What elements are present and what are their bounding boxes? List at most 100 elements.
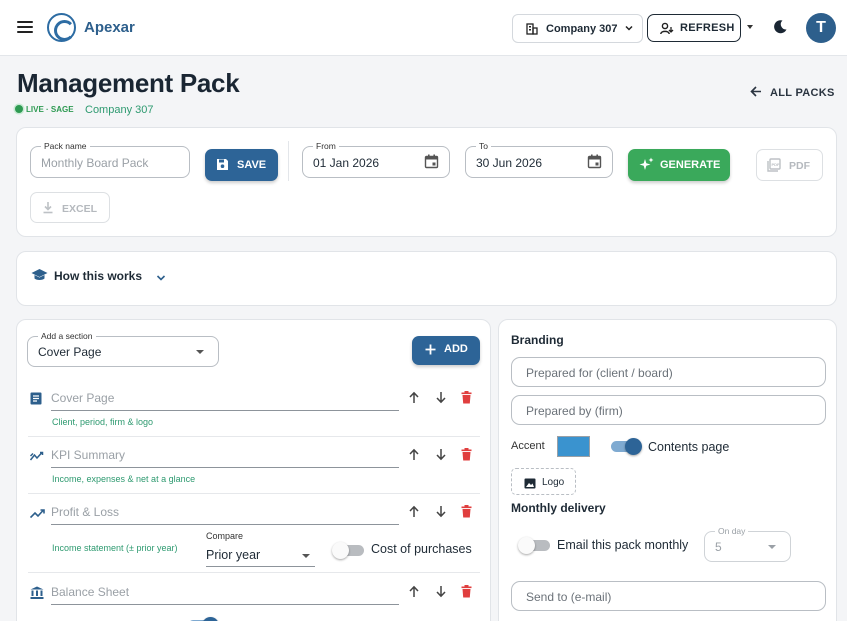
toolbar-divider (288, 141, 289, 181)
add-section-label: Add a section (38, 331, 96, 341)
calendar-icon[interactable] (424, 154, 439, 174)
download-icon (42, 201, 54, 217)
generate-label: GENERATE (660, 159, 721, 171)
refresh-button[interactable]: REFRESH (647, 14, 741, 42)
row-divider (28, 493, 480, 494)
company-select-value: Company 307 (546, 23, 618, 35)
all-packs-link[interactable]: ALL PACKS (750, 86, 835, 99)
toggle-knob (332, 542, 349, 559)
monthly-delivery-title: Monthly delivery (511, 501, 606, 515)
user-avatar[interactable]: T (806, 13, 836, 43)
delete-icon[interactable] (461, 448, 472, 466)
refresh-user-icon (660, 22, 674, 38)
document-icon (30, 392, 42, 410)
caret-down-icon (768, 545, 776, 549)
add-section-button[interactable]: ADD (412, 336, 480, 365)
prepared-for-input[interactable]: Prepared for (client / board) (511, 357, 826, 387)
row-divider (28, 436, 480, 437)
delete-icon[interactable] (461, 585, 472, 603)
section-name-input[interactable]: Balance Sheet (51, 585, 399, 605)
move-down-icon[interactable] (435, 505, 447, 523)
on-day-label: On day (715, 526, 749, 536)
email-monthly-label: Email this pack monthly (557, 538, 689, 552)
cost-of-purchases-toggle[interactable] (332, 542, 364, 559)
save-button[interactable]: SAVE (205, 149, 278, 181)
how-it-works-label[interactable]: How this works (54, 269, 142, 283)
accent-color-swatch[interactable] (557, 436, 590, 457)
compare-select[interactable]: Compare Prior year (206, 530, 315, 567)
arrow-left-icon (750, 86, 762, 99)
add-section-value: Cover Page (38, 345, 102, 359)
live-badge-text: LIVE · SAGE (26, 105, 74, 114)
section-name-input[interactable]: KPI Summary (51, 448, 399, 468)
to-label: To (476, 141, 491, 151)
delete-icon[interactable] (461, 505, 472, 523)
toggle-knob (518, 537, 535, 554)
section-name-input[interactable]: Profit & Loss (51, 505, 399, 525)
chevron-down-icon[interactable] (156, 270, 166, 288)
from-date-field[interactable]: From 01 Jan 2026 (302, 141, 450, 178)
calendar-icon[interactable] (587, 154, 602, 174)
from-value: 01 Jan 2026 (313, 156, 380, 170)
apexar-logo-icon[interactable] (47, 13, 76, 42)
compare-value: Prior year (206, 548, 261, 562)
caret-down-icon (302, 554, 310, 558)
balance-sheet-toggle[interactable] (188, 617, 219, 621)
trend-up-icon (29, 506, 45, 524)
compare-label: Compare (206, 531, 244, 541)
generate-button[interactable]: GENERATE (628, 149, 730, 181)
building-icon (526, 23, 538, 38)
send-to-email-input[interactable]: Send to (e-mail) (511, 581, 826, 611)
move-down-icon[interactable] (435, 585, 447, 603)
add-label: ADD (444, 343, 468, 355)
cost-of-purchases-label: Cost of purchases (371, 542, 472, 556)
logo-upload-button[interactable]: Logo (511, 468, 576, 495)
on-day-value: 5 (715, 540, 722, 554)
toggle-knob (625, 438, 642, 455)
top-bar: Apexar Company 307 REFRESH T (0, 0, 847, 56)
excel-button[interactable]: EXCEL (30, 192, 110, 223)
add-section-select[interactable]: Add a section Cover Page (27, 331, 219, 367)
move-up-icon[interactable] (408, 448, 420, 466)
section-description: Income statement (± prior year) (52, 543, 178, 553)
pack-name-field[interactable]: Pack name Monthly Board Pack (30, 141, 190, 178)
prepared-for-placeholder: Prepared for (client / board) (526, 366, 673, 380)
move-up-icon[interactable] (408, 585, 420, 603)
menu-icon[interactable] (17, 21, 33, 35)
move-down-icon[interactable] (435, 448, 447, 466)
delete-icon[interactable] (461, 391, 472, 409)
pack-name-label: Pack name (41, 141, 90, 151)
contents-page-toggle[interactable] (611, 438, 642, 455)
accent-label: Accent (511, 440, 545, 452)
bank-icon (30, 586, 44, 604)
section-name-input[interactable]: Cover Page (51, 391, 399, 411)
send-to-placeholder: Send to (e-mail) (526, 590, 612, 604)
prepared-by-input[interactable]: Prepared by (firm) (511, 395, 826, 425)
contents-page-label: Contents page (648, 440, 730, 454)
pdf-button[interactable]: PDF PDF (756, 149, 823, 181)
pack-toolbar-card (16, 127, 837, 237)
move-up-icon[interactable] (408, 505, 420, 523)
on-day-select[interactable]: On day 5 (704, 526, 791, 562)
to-date-field[interactable]: To 30 Jun 2026 (465, 141, 613, 178)
school-cap-icon (31, 268, 48, 287)
move-down-icon[interactable] (435, 391, 447, 409)
plus-icon (425, 344, 436, 358)
email-monthly-toggle[interactable] (518, 537, 550, 554)
move-up-icon[interactable] (408, 391, 420, 409)
trend-icon (29, 449, 45, 467)
moon-icon[interactable] (772, 19, 788, 35)
caret-down-icon[interactable] (747, 25, 753, 29)
to-value: 30 Jun 2026 (476, 156, 543, 170)
image-icon (524, 476, 536, 494)
app-name: Apexar (84, 19, 135, 36)
sparkle-icon (639, 157, 654, 175)
branding-title: Branding (511, 333, 564, 347)
row-divider (28, 572, 480, 573)
prepared-by-placeholder: Prepared by (firm) (526, 404, 623, 418)
status-dot-icon (15, 105, 23, 113)
company-select[interactable]: Company 307 (512, 14, 643, 43)
save-icon (216, 158, 229, 174)
pack-name-placeholder: Monthly Board Pack (41, 156, 149, 170)
excel-label: EXCEL (62, 203, 98, 215)
